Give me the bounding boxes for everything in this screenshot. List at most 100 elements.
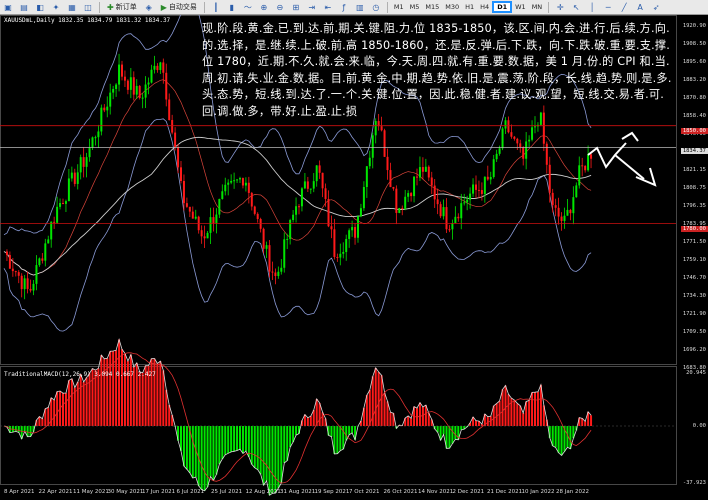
new-order-label: 新订单 (115, 3, 137, 11)
chart-window[interactable]: XAUUSDmL,Daily 1832.35 1834.79 1831.32 1… (0, 15, 708, 500)
candle-body (20, 275, 23, 290)
templates-icon[interactable]: ▥ (354, 2, 366, 13)
candle-body (516, 138, 519, 144)
candle-body (224, 184, 227, 192)
macd-histogram-bar (94, 370, 97, 426)
timeframe-d1[interactable]: D1 (492, 1, 513, 13)
macd-histogram-bar (41, 418, 44, 426)
candle-body (445, 207, 448, 230)
candle-body (357, 216, 359, 238)
navigator-icon[interactable]: ✦ (50, 2, 62, 13)
crosshair-icon[interactable]: ✛ (554, 2, 566, 13)
tile-windows-icon[interactable]: ⊞ (290, 2, 302, 13)
candle-body (203, 236, 206, 239)
candle-body (38, 258, 41, 266)
tester-icon[interactable]: ◫ (82, 2, 94, 13)
macd-histogram-bar (486, 416, 489, 426)
date-axis-label: 30 May 2021 (107, 489, 144, 495)
price-axis-label: 1771.50 (682, 239, 706, 245)
zoom-in-icon[interactable]: ⊕ (258, 2, 270, 13)
macd-histogram-bar (336, 426, 339, 454)
macd-histogram-bar (289, 426, 292, 447)
timeframe-mn[interactable]: MN (529, 1, 545, 13)
candle-body (306, 181, 309, 189)
timeframe-m15[interactable]: M15 (422, 1, 442, 13)
candle-body (572, 197, 575, 214)
candle-body (14, 271, 17, 273)
candle-body (371, 135, 374, 158)
profiles-icon[interactable]: ▤ (18, 2, 30, 13)
arrow-tool-icon[interactable]: ➶ (650, 2, 662, 13)
candle-body (236, 179, 239, 181)
moving-average-slow (3, 136, 592, 276)
candlestick-icon[interactable]: ▮ (226, 2, 238, 13)
toolbar-divider (99, 1, 100, 13)
candle-body (274, 272, 277, 277)
vertical-line-icon[interactable]: │ (586, 2, 598, 13)
timeframe-h4[interactable]: H4 (477, 1, 492, 13)
candle-body (56, 206, 59, 223)
price-axis-label: 1908.50 (682, 41, 706, 47)
timeframe-m30[interactable]: M30 (442, 1, 462, 13)
macd-histogram-bar (283, 426, 286, 463)
cursor-icon[interactable]: ↖ (570, 2, 582, 13)
candle-body (253, 206, 256, 214)
market-watch-icon[interactable]: ◧ (34, 2, 46, 13)
candle-body (486, 176, 489, 180)
macd-histogram-bar (250, 426, 253, 465)
trendline-icon[interactable]: ╱ (618, 2, 630, 13)
candle-body (430, 177, 433, 186)
zoom-out-icon[interactable]: ⊖ (274, 2, 286, 13)
macd-histogram-bar (247, 426, 250, 457)
candle-body (333, 229, 336, 257)
candle-body (504, 120, 507, 129)
date-axis-label: 19 Sep 2021 (314, 489, 350, 495)
candle-body (32, 283, 35, 291)
macd-histogram-bar (374, 367, 377, 426)
date-axis-label: 7 Oct 2021 (349, 489, 380, 495)
chart-shift-icon[interactable]: ⇤ (322, 2, 334, 13)
candle-body (171, 120, 174, 133)
line-chart-icon[interactable]: 〜 (242, 2, 254, 13)
candle-body (185, 203, 188, 207)
macd-histogram-bar (244, 426, 247, 452)
autoscroll-icon[interactable]: ⇥ (306, 2, 318, 13)
indicators-icon[interactable]: ƒ (338, 2, 350, 13)
timeframe-w1[interactable]: W1 (512, 1, 529, 13)
candle-body (475, 184, 477, 190)
macd-histogram-bar (536, 391, 539, 426)
candle-body (489, 177, 492, 180)
bar-chart-icon[interactable]: ┃ (210, 2, 222, 13)
price-axis-label: 1746.70 (682, 275, 706, 281)
metaeditor-icon[interactable]: ◈ (143, 2, 155, 13)
macd-histogram-bar (253, 426, 256, 468)
timeframe-m1[interactable]: M1 (391, 1, 407, 13)
price-axis-label: 1696.20 (682, 347, 706, 353)
new-chart-icon[interactable]: ▣ (2, 2, 14, 13)
timeframe-h1[interactable]: H1 (462, 1, 477, 13)
price-axis-label: 1734.30 (682, 293, 706, 299)
horizontal-line-icon[interactable]: ─ (602, 2, 614, 13)
macd-histogram-bar (73, 387, 76, 426)
candle-body (466, 199, 469, 203)
candle-body (47, 239, 50, 244)
timeframe-m5[interactable]: M5 (407, 1, 423, 13)
text-tool-icon[interactable]: A (634, 2, 646, 13)
macd-histogram-bar (62, 393, 64, 426)
candle-body (339, 253, 342, 258)
candle-body (557, 207, 560, 217)
macd-histogram-bar (448, 426, 451, 449)
macd-histogram-bar (339, 426, 342, 451)
macd-histogram-bar (265, 426, 268, 481)
period-icon[interactable]: ◷ (370, 2, 382, 13)
price-axis-label: 1796.35 (682, 203, 706, 209)
auto-trading-button[interactable]: ▶ 自动交易 (157, 1, 201, 13)
macd-histogram-bar (451, 426, 454, 444)
candle-body (73, 172, 76, 184)
terminal-icon[interactable]: ▦ (66, 2, 78, 13)
macd-histogram-bar (191, 426, 194, 479)
macd-histogram-bar (109, 351, 112, 426)
macd-histogram-bar (418, 402, 421, 426)
new-order-button[interactable]: ✚ 新订单 (103, 1, 141, 13)
candle-body (256, 213, 259, 219)
